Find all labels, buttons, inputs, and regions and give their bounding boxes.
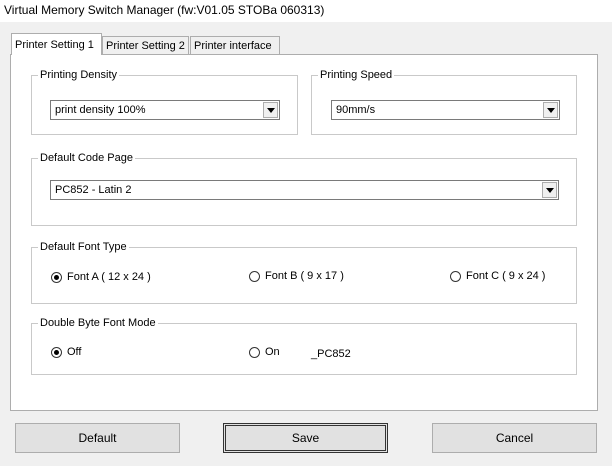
font-type-group: Default Font Type Font A ( 12 x 24 ) Fon… [31,240,577,304]
chevron-down-icon[interactable] [263,102,278,118]
tab-label: Printer Setting 1 [15,39,94,51]
cancel-button-label: Cancel [495,431,534,445]
font-c-radio[interactable]: Font C ( 9 x 24 ) [450,270,545,282]
printing-speed-select[interactable]: 90mm/s [331,100,560,120]
font-type-label: Default Font Type [38,240,129,254]
printing-speed-group: Printing Speed 90mm/s [311,68,577,135]
window-title: Virtual Memory Switch Manager (fw:V01.05… [4,3,325,17]
radio-unchecked-icon [249,270,260,282]
radio-checked-icon [51,346,62,358]
code-page-select[interactable]: PC852 - Latin 2 [50,180,559,200]
tab-printer-setting-2[interactable]: Printer Setting 2 [102,36,189,54]
tab-panel: Printing Density print density 100% Prin… [10,54,598,411]
code-page-label: Default Code Page [38,151,135,165]
double-byte-off-label: Off [67,346,82,358]
default-button-label: Default [78,431,117,445]
title-bar: Virtual Memory Switch Manager (fw:V01.05… [0,0,612,22]
tab-printer-setting-1[interactable]: Printer Setting 1 [11,33,102,55]
chevron-down-icon[interactable] [543,102,558,118]
printing-density-value: print density 100% [55,104,146,116]
font-a-label: Font A ( 12 x 24 ) [67,271,151,283]
printing-density-label: Printing Density [38,68,120,82]
printing-speed-label: Printing Speed [318,68,395,82]
font-b-label: Font B ( 9 x 17 ) [265,270,344,282]
printing-density-select[interactable]: print density 100% [50,100,280,120]
double-byte-codepage-text: _PC852 [311,348,351,360]
tab-label: Printer interface [194,40,272,52]
radio-unchecked-icon [249,346,260,358]
double-byte-group: Double Byte Font Mode Off On _PC852 [31,316,577,375]
save-button-label: Save [291,431,320,445]
double-byte-on-label: On [265,346,280,358]
font-b-radio[interactable]: Font B ( 9 x 17 ) [249,270,344,282]
tab-label: Printer Setting 2 [106,40,185,52]
font-a-radio[interactable]: Font A ( 12 x 24 ) [51,271,151,283]
code-page-value: PC852 - Latin 2 [55,184,132,196]
font-c-label: Font C ( 9 x 24 ) [466,270,546,282]
cancel-button[interactable]: Cancel [432,423,597,453]
printing-speed-value: 90mm/s [336,104,376,116]
save-button[interactable]: Save [223,423,388,453]
double-byte-off-radio[interactable]: Off [51,346,81,358]
double-byte-label: Double Byte Font Mode [38,316,158,330]
radio-unchecked-icon [450,270,461,282]
double-byte-on-radio[interactable]: On [249,346,280,358]
printing-density-group: Printing Density print density 100% [31,68,298,135]
tab-printer-interface[interactable]: Printer interface [190,36,280,54]
chevron-down-icon[interactable] [542,182,557,198]
radio-checked-icon [51,271,62,283]
code-page-group: Default Code Page PC852 - Latin 2 [31,151,577,226]
default-button[interactable]: Default [15,423,180,453]
